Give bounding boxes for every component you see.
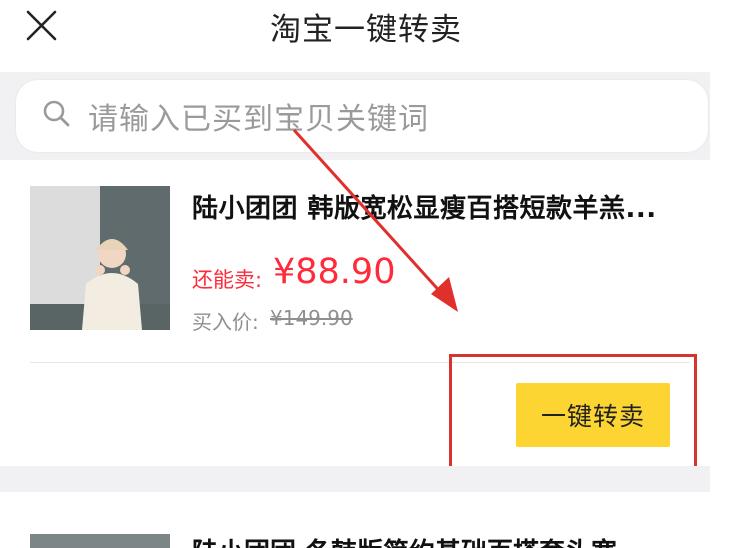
product-title[interactable]: 陆小团团 韩版宽松显瘦百搭短款羊羔... — [192, 188, 657, 225]
card-separator — [0, 466, 710, 492]
search-icon — [42, 99, 72, 129]
product-image[interactable] — [30, 534, 170, 548]
purchased-item-card: 陆小团团 冬韩版简约基础百搭套头宽 — [0, 492, 710, 548]
purchased-item-card: 陆小团团 韩版宽松显瘦百搭短款羊羔... 还能卖: ¥88.90 买入价: ¥1… — [0, 160, 710, 469]
search-input[interactable]: 请输入已买到宝贝关键词 — [16, 80, 708, 152]
top-bar: 淘宝一键转卖 — [0, 0, 732, 72]
purchase-price-label: 买入价: — [192, 310, 259, 334]
purchase-price: ¥149.90 — [270, 306, 353, 330]
resale-price-label: 还能卖: — [192, 268, 263, 292]
page-title: 淘宝一键转卖 — [270, 12, 462, 48]
resale-price: ¥88.90 — [273, 252, 396, 292]
search-placeholder: 请输入已买到宝贝关键词 — [88, 102, 429, 137]
product-image[interactable] — [30, 186, 170, 330]
product-title[interactable]: 陆小团团 冬韩版简约基础百搭套头宽 — [192, 532, 617, 548]
one-click-resell-button[interactable]: 一键转卖 — [516, 383, 670, 447]
